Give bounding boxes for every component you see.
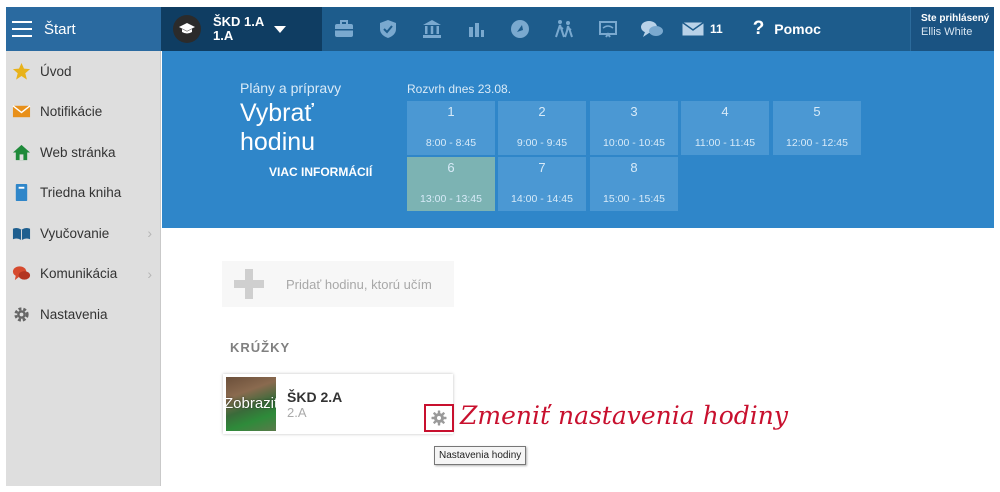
book-icon: [11, 183, 31, 203]
people-walking-icon[interactable]: [542, 7, 586, 51]
graduation-cap-icon: [173, 15, 201, 43]
sidebar-item-vyucovanie[interactable]: Vyučovanie ›: [6, 213, 160, 254]
sidebar-item-label: Úvod: [40, 63, 72, 79]
page-title: Vybrať hodinu: [240, 99, 316, 156]
class-name: ŠKD 1.A: [213, 14, 265, 29]
sidebar-item-label: Vyučovanie: [40, 225, 110, 241]
lesson-card[interactable]: Zobraziť ŠKD 2.A 2.A: [223, 374, 453, 434]
lesson-name: ŠKD 2.A: [287, 389, 343, 405]
schedule-title: Rozvrh dnes 23.08.: [407, 82, 512, 96]
projector-icon[interactable]: [586, 7, 630, 51]
mail-count: 11: [710, 22, 723, 36]
briefcase-icon[interactable]: [322, 7, 366, 51]
slot-number: 2: [538, 104, 546, 119]
bank-icon[interactable]: [410, 7, 454, 51]
sidebar-item-notifikacie[interactable]: Notifikácie: [6, 92, 160, 133]
sidebar-item-web-stranka[interactable]: Web stránka: [6, 132, 160, 173]
thumbnail-overlay-label: Zobraziť: [226, 395, 276, 412]
sidebar-item-komunikacia[interactable]: Komunikácia ›: [6, 254, 160, 295]
sidebar-item-label: Nastavenia: [40, 306, 108, 322]
schedule-slot-2[interactable]: 2 9:00 - 9:45: [498, 101, 586, 155]
add-lesson-button[interactable]: Pridať hodinu, ktorú učím: [222, 261, 454, 307]
sidebar-item-label: Notifikácie: [40, 104, 103, 120]
envelope-icon: [682, 22, 704, 36]
user-name: Ellis White: [921, 26, 973, 38]
sidebar-item-label: Web stránka: [40, 144, 116, 160]
slot-time: 10:00 - 10:45: [603, 137, 665, 149]
slot-number: 8: [630, 160, 638, 175]
sidebar-item-uvod[interactable]: Úvod: [6, 51, 160, 92]
hamburger-icon: [12, 21, 32, 37]
home-icon: [11, 142, 31, 162]
slot-time: 12:00 - 12:45: [786, 137, 848, 149]
slot-time: 11:00 - 11:45: [694, 137, 756, 149]
add-lesson-label: Pridať hodinu, ktorú učím: [286, 276, 432, 292]
start-menu-button[interactable]: Štart: [6, 7, 161, 51]
slot-number: 4: [721, 104, 729, 119]
star-icon: [11, 61, 31, 81]
class-code: 1.A: [213, 28, 234, 43]
main-content: Pridať hodinu, ktorú učím KRÚŽKY Zobrazi…: [162, 228, 994, 486]
slot-number: 1: [447, 104, 455, 119]
slot-time: 13:00 - 13:45: [420, 193, 482, 205]
help-label: Pomoc: [774, 21, 821, 37]
slot-time: 15:00 - 15:45: [603, 193, 665, 205]
slot-number: 3: [630, 104, 638, 119]
start-label: Štart: [44, 20, 76, 38]
class-selector[interactable]: ŠKD 1.A 1.A: [161, 7, 322, 51]
slot-number: 5: [813, 104, 821, 119]
section-heading: KRÚŽKY: [230, 340, 291, 355]
hero-panel: Plány a prípravy Vybrať hodinu VIAC INFO…: [162, 51, 994, 228]
hero-subtitle: Plány a prípravy: [240, 80, 342, 96]
plus-icon: [234, 269, 264, 299]
help-button[interactable]: ? Pomoc: [753, 18, 821, 40]
question-icon: ?: [752, 18, 765, 39]
logged-in-label: Ste prihlásený: [921, 13, 990, 24]
schedule-slot-6[interactable]: 6 13:00 - 13:45: [407, 157, 495, 211]
slot-time: 14:00 - 14:45: [511, 193, 573, 205]
schedule-slot-7[interactable]: 7 14:00 - 14:45: [498, 157, 586, 211]
slot-time: 8:00 - 8:45: [425, 137, 477, 149]
schedule-slot-8[interactable]: 8 15:00 - 15:45: [590, 157, 678, 211]
chevron-right-icon: ›: [147, 265, 152, 282]
sidebar-item-label: Komunikácia: [40, 266, 118, 282]
sidebar-item-nastavenia[interactable]: Nastavenia: [6, 294, 160, 335]
shield-icon[interactable]: [366, 7, 410, 51]
slot-time: 9:00 - 9:45: [516, 137, 568, 149]
sidebar: Úvod Notifikácie Web stránka Triedna kni…: [6, 51, 161, 486]
gear-icon: [431, 410, 447, 426]
settings-tooltip: Nastavenia hodiny: [434, 446, 527, 465]
slot-number: 7: [538, 160, 546, 175]
slot-number: 6: [447, 160, 455, 175]
lesson-class: 2.A: [287, 405, 307, 420]
chat-bubbles-icon: [11, 264, 31, 284]
sidebar-item-triedna-kniha[interactable]: Triedna kniha: [6, 173, 160, 214]
open-book-icon: [11, 223, 31, 243]
schedule-slot-5[interactable]: 5 12:00 - 12:45: [773, 101, 861, 155]
mail-button[interactable]: 11: [682, 22, 723, 36]
sidebar-item-label: Triedna kniha: [40, 185, 122, 201]
bar-chart-icon[interactable]: [454, 7, 498, 51]
schedule-slot-3[interactable]: 3 10:00 - 10:45: [590, 101, 678, 155]
envelope-icon: [11, 102, 31, 122]
user-info[interactable]: Ste prihlásený Ellis White: [910, 7, 994, 51]
chevron-right-icon: ›: [147, 225, 152, 242]
annotation-label: Zmeniť nastavenia hodiny: [460, 401, 788, 430]
chat-icon[interactable]: [630, 7, 674, 51]
rocket-icon[interactable]: [498, 7, 542, 51]
lesson-settings-button[interactable]: [424, 404, 454, 432]
chevron-down-icon: [274, 25, 287, 33]
lesson-thumbnail[interactable]: Zobraziť: [226, 377, 276, 431]
more-info-link[interactable]: VIAC INFORMÁCIÍ: [269, 165, 372, 179]
gear-icon: [11, 304, 31, 324]
schedule-slot-4[interactable]: 4 11:00 - 11:45: [681, 101, 769, 155]
top-bar: Štart ŠKD 1.A 1.A 11 ? Pomoc Ste prihlás…: [6, 7, 994, 51]
schedule-slot-1[interactable]: 1 8:00 - 8:45: [407, 101, 495, 155]
